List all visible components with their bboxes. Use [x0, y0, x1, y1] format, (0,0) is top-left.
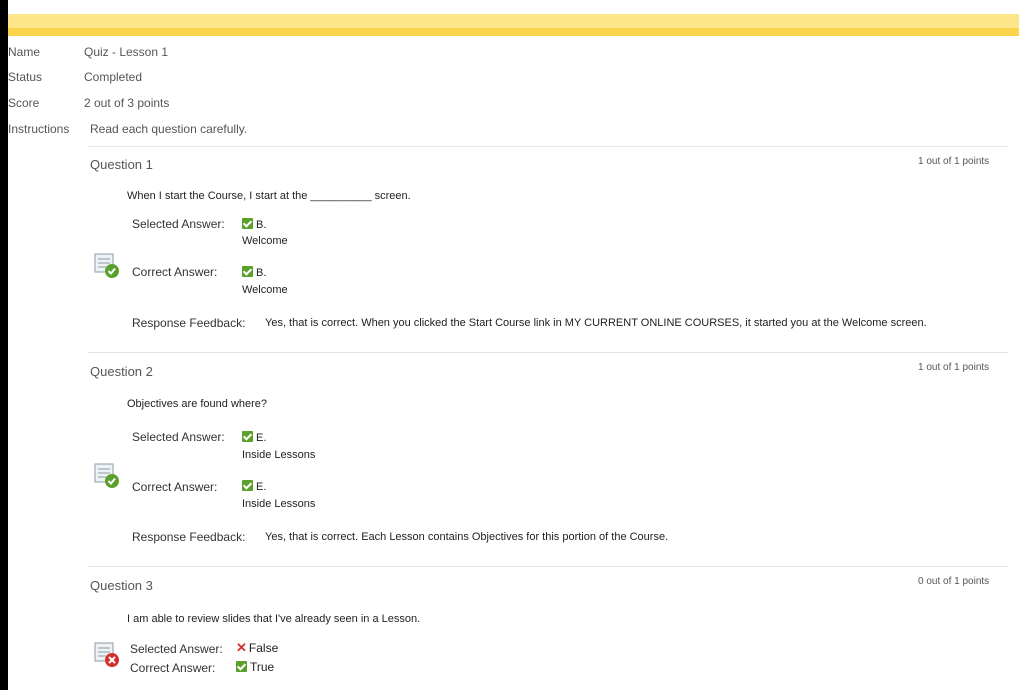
- instructions-value: Read each question carefully.: [90, 122, 248, 136]
- question-3-correct-answer: True: [236, 660, 274, 674]
- check-icon: [242, 266, 253, 277]
- question-2-text: Objectives are found where?: [127, 398, 268, 410]
- question-3-correct-label: Correct Answer:: [130, 661, 216, 675]
- question-2-selected-label: Selected Answer:: [132, 430, 225, 444]
- question-2-correct-answer: E.: [242, 480, 266, 493]
- score-label: Score: [8, 96, 40, 110]
- name-label: Name: [8, 45, 41, 59]
- question-2-correct-label: Correct Answer:: [132, 480, 218, 494]
- question-1-correct-label: Correct Answer:: [132, 265, 218, 279]
- question-1-selected-value: Welcome: [242, 235, 288, 247]
- status-value: Completed: [84, 70, 143, 84]
- question-2-selected-value: Inside Lessons: [242, 449, 316, 461]
- quiz-results-page: Name Quiz - Lesson 1 Status Completed Sc…: [8, 0, 1019, 690]
- name-value: Quiz - Lesson 1: [84, 45, 169, 59]
- question-1-selected-answer: B.: [242, 218, 266, 231]
- question-1-feedback-text: Yes, that is correct. When you clicked t…: [265, 317, 927, 329]
- question-2-points: 1 out of 1 points: [918, 362, 990, 373]
- top-band: [8, 0, 1019, 14]
- graded-incorrect-icon: [94, 642, 119, 667]
- question-1-correct-answer: B.: [242, 266, 266, 279]
- question-1-selected-label: Selected Answer:: [132, 217, 225, 231]
- x-mark-icon: ✕: [236, 640, 247, 655]
- question-2-selected-answer: E.: [242, 431, 266, 444]
- header-stripe: [8, 28, 1019, 36]
- check-icon: [242, 480, 253, 491]
- graded-correct-icon: [94, 253, 119, 278]
- check-icon: [242, 431, 253, 442]
- question-divider: [88, 566, 1008, 567]
- question-3-selected-answer: ✕ False: [236, 640, 279, 655]
- question-1-title: Question 1: [90, 157, 153, 172]
- question-3-points: 0 out of 1 points: [918, 576, 990, 587]
- status-label: Status: [8, 70, 43, 84]
- question-1-correct-value: Welcome: [242, 284, 288, 296]
- question-1-points: 1 out of 1 points: [918, 156, 990, 167]
- question-2-title: Question 2: [90, 364, 153, 379]
- question-2-correct-value: Inside Lessons: [242, 498, 316, 510]
- question-divider: [88, 352, 1008, 353]
- question-1-text: When I start the Course, I start at the …: [127, 190, 411, 202]
- graded-correct-icon: [94, 463, 119, 488]
- instructions-label: Instructions: [8, 122, 70, 136]
- score-value: 2 out of 3 points: [84, 96, 170, 110]
- question-3-text: I am able to review slides that I've alr…: [127, 613, 421, 625]
- question-2-feedback-text: Yes, that is correct. Each Lesson contai…: [265, 531, 669, 543]
- question-3-selected-label: Selected Answer:: [130, 642, 223, 656]
- question-2-feedback-label: Response Feedback:: [132, 530, 246, 544]
- question-1-feedback-label: Response Feedback:: [132, 316, 246, 330]
- question-3-title: Question 3: [90, 578, 153, 593]
- check-icon: [236, 661, 247, 672]
- check-icon: [242, 218, 253, 229]
- question-divider: [88, 146, 1008, 147]
